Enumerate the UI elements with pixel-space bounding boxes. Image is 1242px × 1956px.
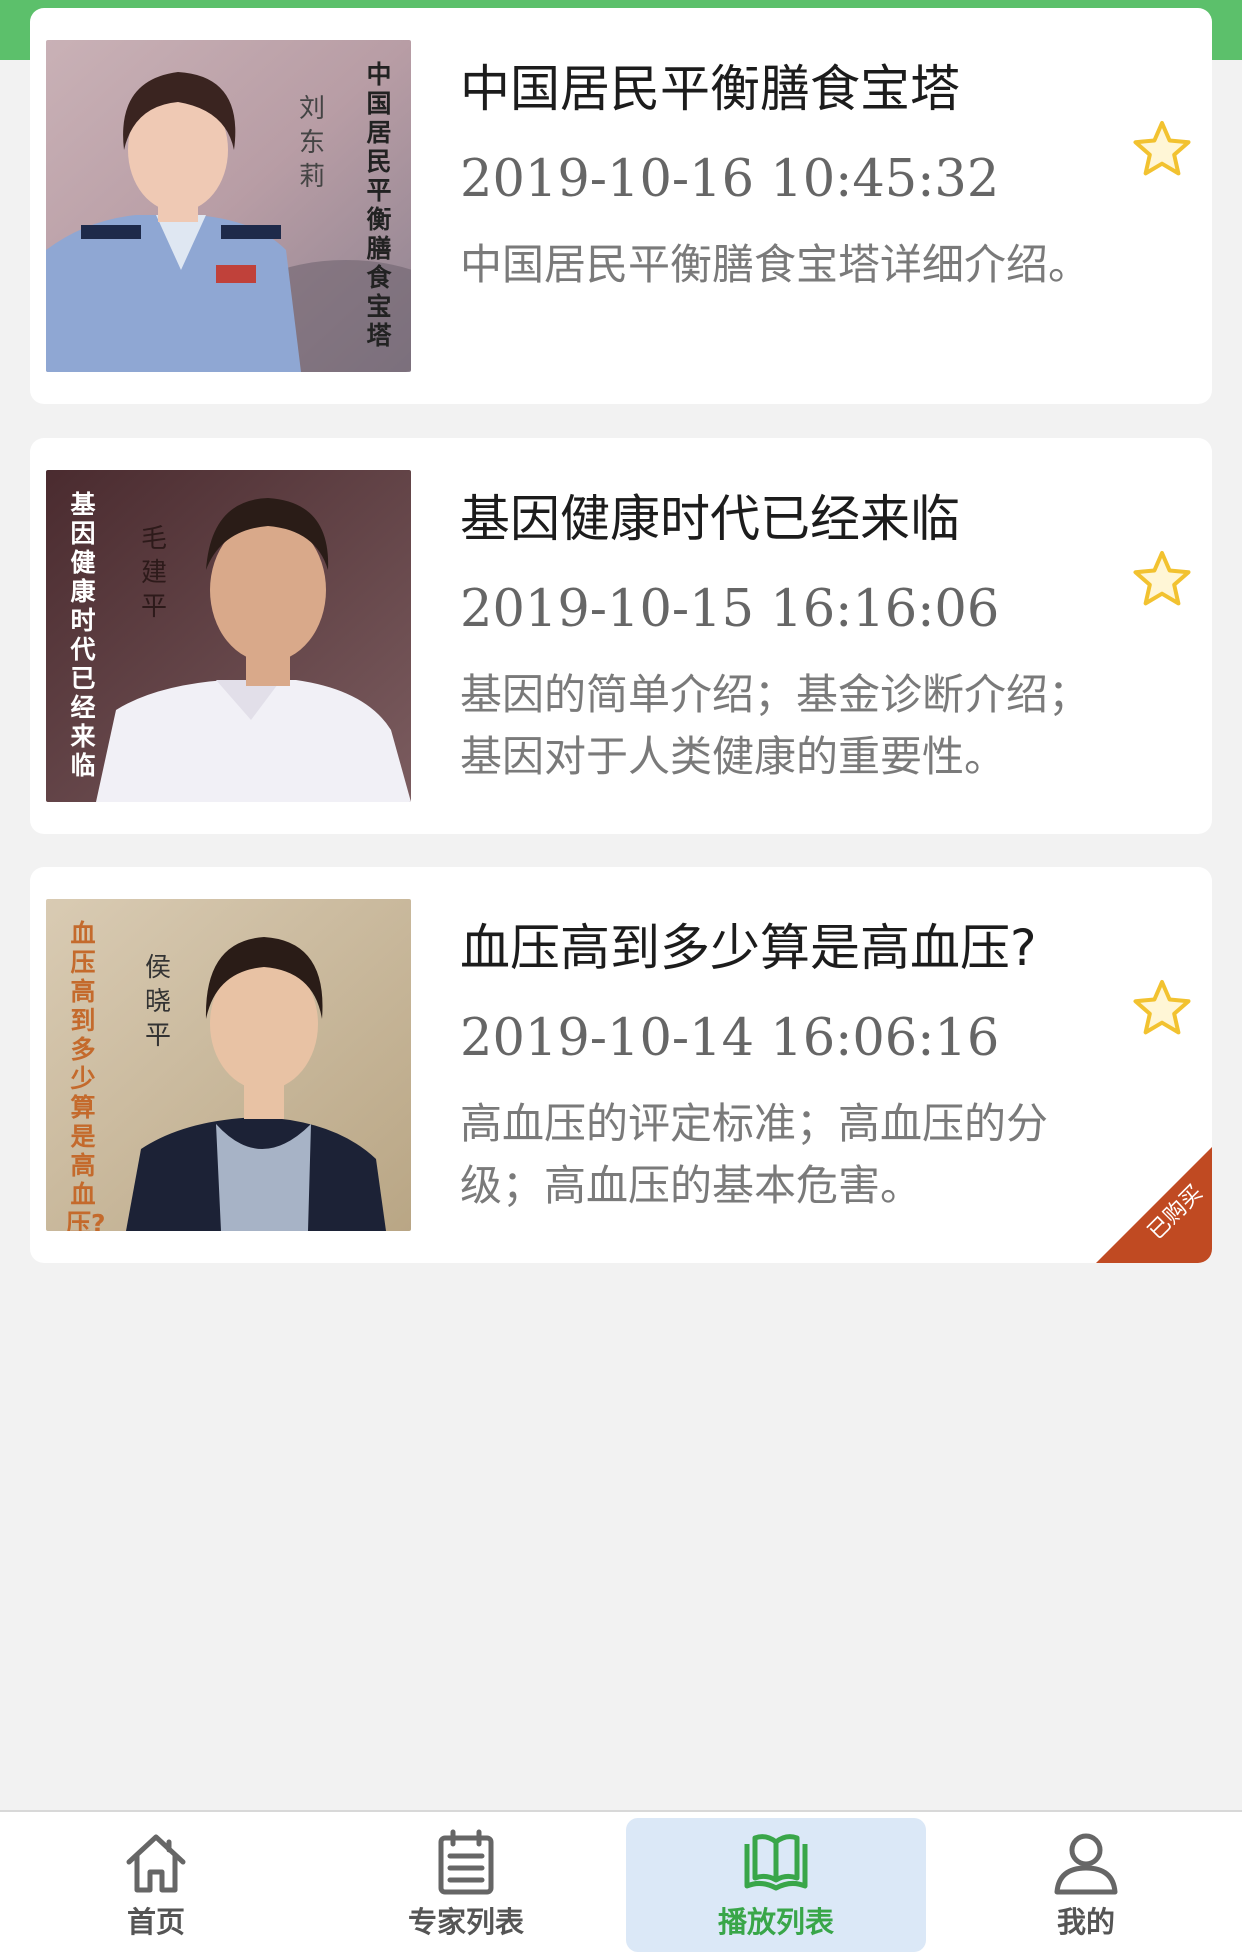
thumbnail-vertical-title: 基因健康时代已经来临 xyxy=(70,490,96,780)
course-thumbnail: 血压高到多少算是高血压? 侯晓平 xyxy=(46,899,411,1231)
playlist-card[interactable]: 中国居民平衡膳食宝塔 刘东莉 中国居民平衡膳食宝塔 2019-10-16 10:… xyxy=(30,8,1212,404)
tab-my[interactable]: 我的 xyxy=(936,1818,1236,1952)
user-icon xyxy=(1051,1828,1121,1898)
thumbnail-expert-name: 毛建平 xyxy=(140,524,167,622)
favorite-star-icon[interactable] xyxy=(1132,979,1192,1037)
bottom-tab-bar: 首页 专家列表 播放列表 我的 xyxy=(0,1810,1242,1956)
course-description: 基因的简单介绍；基金诊断介绍；基因对于人类健康的重要性。 xyxy=(460,670,1091,781)
course-title: 中国居民平衡膳食宝塔 xyxy=(460,60,960,118)
course-timestamp: 2019-10-15 16:16:06 xyxy=(460,580,1000,639)
purchased-badge: 已购买 xyxy=(1096,1147,1212,1263)
course-timestamp: 2019-10-16 10:45:32 xyxy=(460,150,1000,209)
tab-playlist[interactable]: 播放列表 xyxy=(626,1818,926,1952)
tab-label: 专家列表 xyxy=(407,1905,524,1939)
course-timestamp: 2019-10-14 16:06:16 xyxy=(460,1009,1000,1068)
book-icon xyxy=(741,1828,811,1898)
playlist-card[interactable]: 基因健康时代已经来临 毛建平 基因健康时代已经来临 2019-10-15 16:… xyxy=(30,438,1212,834)
course-thumbnail: 中国居民平衡膳食宝塔 刘东莉 xyxy=(46,40,411,372)
course-description: 中国居民平衡膳食宝塔详细介绍。 xyxy=(460,240,1091,289)
favorite-star-icon[interactable] xyxy=(1132,120,1192,178)
favorite-star-icon[interactable] xyxy=(1132,550,1192,608)
tab-expert-list[interactable]: 专家列表 xyxy=(316,1818,616,1952)
thumbnail-vertical-title: 血压高到多少算是高血压? xyxy=(66,919,106,1231)
course-thumbnail: 基因健康时代已经来临 毛建平 xyxy=(46,470,411,802)
course-description: 高血压的评定标准；高血压的分级；高血压的基本危害。 xyxy=(460,1099,1049,1210)
tab-home[interactable]: 首页 xyxy=(6,1818,306,1952)
list-icon xyxy=(431,1828,501,1898)
course-title: 基因健康时代已经来临 xyxy=(460,490,960,548)
thumbnail-expert-name: 刘东莉 xyxy=(298,94,325,192)
tab-label: 首页 xyxy=(126,1905,185,1939)
home-icon xyxy=(121,1828,191,1898)
playlist-card[interactable]: 血压高到多少算是高血压? 侯晓平 血压高到多少算是高血压? 2019-10-14… xyxy=(30,867,1212,1263)
thumbnail-vertical-title: 中国居民平衡膳食宝塔 xyxy=(366,60,392,350)
tab-label: 播放列表 xyxy=(717,1905,834,1939)
thumbnail-expert-name: 侯晓平 xyxy=(144,953,171,1051)
course-title: 血压高到多少算是高血压? xyxy=(460,919,1037,977)
tab-label: 我的 xyxy=(1056,1905,1115,1939)
playlist-page: 中国居民平衡膳食宝塔 刘东莉 中国居民平衡膳食宝塔 2019-10-16 10:… xyxy=(0,0,1242,1956)
